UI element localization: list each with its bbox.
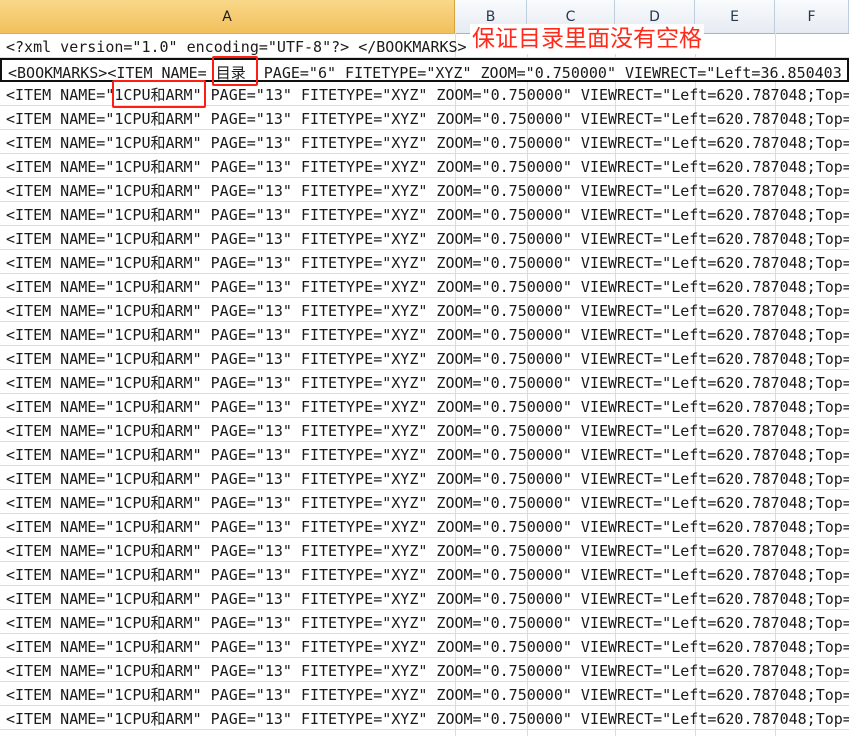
cell-text: <ITEM NAME="1CPU和ARM" PAGE="13" FITETYPE… xyxy=(6,374,849,392)
column-header-a[interactable]: A xyxy=(0,0,455,33)
cell-row[interactable]: <ITEM NAME="1CPU和ARM" PAGE="13" FITETYPE… xyxy=(0,226,849,250)
cell-text: <ITEM NAME="1CPU和ARM" PAGE="13" FITETYPE… xyxy=(6,638,849,656)
cell-text: <ITEM NAME="1CPU和ARM" PAGE="13" FITETYPE… xyxy=(6,542,849,560)
cell-row[interactable]: <ITEM NAME="1CPU和ARM" PAGE="13" FITETYPE… xyxy=(0,634,849,658)
cell-row[interactable]: <ITEM NAME="1CPU和ARM" PAGE="13" FITETYPE… xyxy=(0,394,849,418)
cell-row[interactable]: <ITEM NAME="1CPU和ARM" PAGE="13" FITETYPE… xyxy=(0,298,849,322)
column-header-f[interactable]: F xyxy=(775,0,849,33)
cell-row[interactable]: <ITEM NAME="1CPU和ARM" PAGE="13" FITETYPE… xyxy=(0,322,849,346)
cell-text: <ITEM NAME="1CPU和ARM" PAGE="13" FITETYPE… xyxy=(6,182,849,200)
cell-row[interactable]: <ITEM NAME="1CPU和ARM" PAGE="13" FITETYPE… xyxy=(0,154,849,178)
cell-row[interactable]: <ITEM NAME="1CPU和ARM" PAGE="13" FITETYPE… xyxy=(0,346,849,370)
cell-row[interactable]: <ITEM NAME="1CPU和ARM" PAGE="13" FITETYPE… xyxy=(0,514,849,538)
cell-text: <ITEM NAME="1CPU和ARM" PAGE="13" FITETYPE… xyxy=(6,446,849,464)
cell-text: <ITEM NAME="1CPU和ARM" PAGE="13" FITETYPE… xyxy=(6,326,849,344)
cell-row[interactable]: <ITEM NAME="1CPU和ARM" PAGE="13" FITETYPE… xyxy=(0,202,849,226)
cell-text: <ITEM NAME="1CPU和ARM" PAGE="13" FITETYPE… xyxy=(6,134,849,152)
cell-text: <ITEM NAME="1CPU和ARM" PAGE="13" FITETYPE… xyxy=(6,302,849,320)
cell-row[interactable]: <ITEM NAME="1CPU和ARM" PAGE="13" FITETYPE… xyxy=(0,442,849,466)
cell-text: <?xml version="1.0" encoding="UTF-8"?> <… xyxy=(6,38,467,56)
cell-row[interactable]: <ITEM NAME="1CPU和ARM" PAGE="13" FITETYPE… xyxy=(0,106,849,130)
cell-text: <ITEM NAME="1CPU和ARM" PAGE="13" FITETYPE… xyxy=(6,518,849,536)
cell-row[interactable]: <ITEM NAME="1CPU和ARM" PAGE="13" FITETYPE… xyxy=(0,586,849,610)
cell-text: <ITEM NAME="1CPU和ARM" PAGE="13" FITETYPE… xyxy=(6,422,849,440)
cell-text: <ITEM NAME="1CPU和ARM" PAGE="13" FITETYPE… xyxy=(6,686,849,704)
cell-text: <ITEM NAME="1CPU和ARM" PAGE="13" FITETYPE… xyxy=(6,254,849,272)
cell-text: <ITEM NAME="1CPU和ARM" PAGE="13" FITETYPE… xyxy=(6,590,849,608)
cell-text: <ITEM NAME="1CPU和ARM" PAGE="13" FITETYPE… xyxy=(6,494,849,512)
cell-row[interactable]: <ITEM NAME="1CPU和ARM" PAGE="13" FITETYPE… xyxy=(0,274,849,298)
cell-row[interactable]: <ITEM NAME="1CPU和ARM" PAGE="13" FITETYPE… xyxy=(0,370,849,394)
cell-text: <ITEM NAME="1CPU和ARM" PAGE="13" FITETYPE… xyxy=(6,278,849,296)
cell-row[interactable]: <?xml version="1.0" encoding="UTF-8"?> <… xyxy=(0,34,849,58)
cell-text: <ITEM NAME="1CPU和ARM" PAGE="13" FITETYPE… xyxy=(6,350,849,368)
cell-text: <ITEM NAME="1CPU和ARM" PAGE="13" FITETYPE… xyxy=(6,206,849,224)
cell-row[interactable]: <ITEM NAME="1CPU和ARM" PAGE="13" FITETYPE… xyxy=(0,490,849,514)
column-header-e[interactable]: E xyxy=(695,0,775,33)
highlight-box-item-name xyxy=(112,80,206,108)
cell-text: <ITEM NAME="1CPU和ARM" PAGE="13" FITETYPE… xyxy=(6,614,849,632)
cell-row[interactable]: <ITEM NAME="1CPU和ARM" PAGE="13" FITETYPE… xyxy=(0,682,849,706)
annotation-note: 保证目录里面没有空格 xyxy=(470,24,704,54)
cell-row[interactable]: <ITEM NAME="1CPU和ARM" PAGE="13" FITETYPE… xyxy=(0,562,849,586)
cell-row[interactable]: <ITEM NAME="1CPU和ARM" PAGE="13" FITETYPE… xyxy=(0,658,849,682)
cell-text: <ITEM NAME="1CPU和ARM" PAGE="13" FITETYPE… xyxy=(6,710,849,728)
active-cell-row[interactable]: <BOOKMARKS><ITEM NAME= 目录 PAGE="6" FITET… xyxy=(0,58,849,82)
cell-text: <ITEM NAME="1CPU和ARM" PAGE="13" FITETYPE… xyxy=(6,470,849,488)
column-header-row: A B C D E F xyxy=(0,0,849,34)
cell-text: <ITEM NAME="1CPU和ARM" PAGE="13" FITETYPE… xyxy=(6,110,849,128)
cell-text: <ITEM NAME="1CPU和ARM" PAGE="13" FITETYPE… xyxy=(6,662,849,680)
cell-row[interactable]: <ITEM NAME="1CPU和ARM" PAGE="13" FITETYPE… xyxy=(0,466,849,490)
spreadsheet: A B C D E F <?xml version="1.0" encoding… xyxy=(0,0,849,736)
cell-text: <ITEM NAME="1CPU和ARM" PAGE="13" FITETYPE… xyxy=(6,230,849,248)
cell-text: <ITEM NAME="1CPU和ARM" PAGE="13" FITETYPE… xyxy=(6,158,849,176)
cell-row[interactable]: <ITEM NAME="1CPU和ARM" PAGE="13" FITETYPE… xyxy=(0,178,849,202)
cell-row[interactable]: <ITEM NAME="1CPU和ARM" PAGE="13" FITETYPE… xyxy=(0,418,849,442)
cell-row[interactable]: <ITEM NAME="1CPU和ARM" PAGE="13" FITETYPE… xyxy=(0,610,849,634)
cell-row[interactable]: <ITEM NAME="1CPU和ARM" PAGE="13" FITETYPE… xyxy=(0,538,849,562)
cell-text: <ITEM NAME="1CPU和ARM" PAGE="13" FITETYPE… xyxy=(6,398,849,416)
cell-text: <ITEM NAME="1CPU和ARM" PAGE="13" FITETYPE… xyxy=(6,566,849,584)
cell-row[interactable]: <ITEM NAME="1CPU和ARM" PAGE="13" FITETYPE… xyxy=(0,706,849,730)
highlight-box-catalog xyxy=(212,56,258,86)
cell-row[interactable]: <ITEM NAME="1CPU和ARM" PAGE="13" FITETYPE… xyxy=(0,130,849,154)
cell-row[interactable]: <ITEM NAME="1CPU和ARM" PAGE="13" FITETYPE… xyxy=(0,250,849,274)
